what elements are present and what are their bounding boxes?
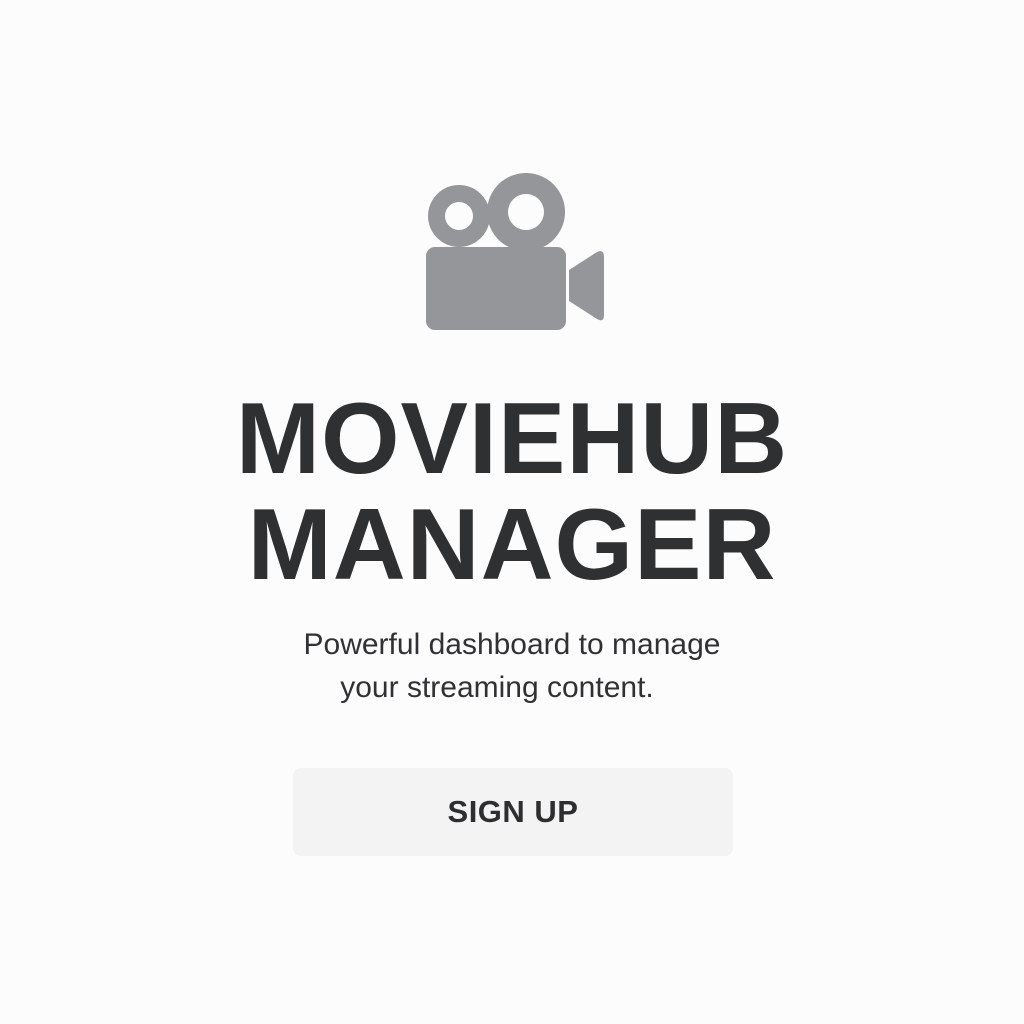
app-title-line-2: MANAGER (247, 489, 777, 601)
app-title: MOVIEHUB MANAGER (0, 386, 1024, 598)
movie-camera-icon (424, 171, 606, 331)
tagline-line-2: your streaming content. (340, 671, 654, 704)
sign-up-button[interactable]: SIGN UP (293, 768, 733, 856)
landing-screen: MOVIEHUB MANAGER Powerful dashboard to m… (0, 0, 1024, 1024)
app-tagline: Powerful dashboard to manage your stream… (0, 623, 1024, 709)
tagline-line-1: Powerful dashboard to manage (303, 628, 721, 661)
app-title-line-1: MOVIEHUB (235, 383, 789, 495)
